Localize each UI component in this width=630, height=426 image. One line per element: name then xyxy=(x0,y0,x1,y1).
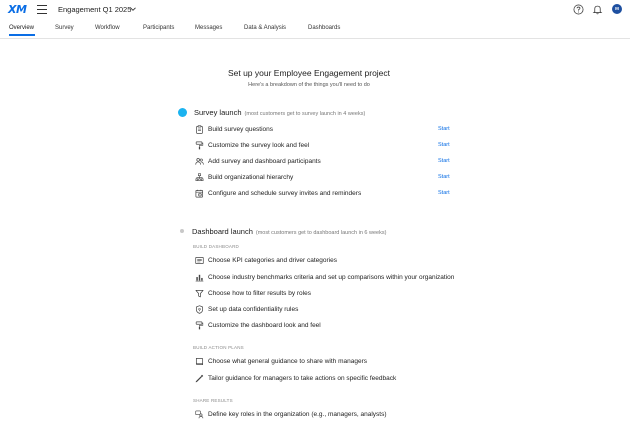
task-label: Choose how to filter results by roles xyxy=(208,290,311,297)
page-title: Set up your Employee Engagement project xyxy=(227,68,391,78)
survey-launch-note: (most customers get to survey launch in … xyxy=(244,111,366,117)
xm-logo[interactable]: XM xyxy=(8,3,27,16)
task-label: Choose KPI categories and driver categor… xyxy=(208,257,337,264)
bar-chart-icon xyxy=(195,274,204,282)
page-subtitle: Here's a breakdown of the things you'll … xyxy=(248,82,370,88)
tab-dashboards[interactable]: Dashboards xyxy=(308,25,340,36)
dashboard-launch-title: Dashboard launch (most customers get to d… xyxy=(192,227,386,236)
step-indicator-active xyxy=(178,108,187,117)
survey-launch-title: Survey launch (most customers get to surv… xyxy=(194,108,365,117)
tab-bar: Overview Survey Workflow Participants Me… xyxy=(0,22,630,39)
clipboard-icon xyxy=(196,125,203,134)
task-label: Customize the survey look and feel xyxy=(208,142,310,149)
top-bar: XM Engagement Q1 2025 M xyxy=(0,0,630,20)
task-label: Add survey and dashboard participants xyxy=(208,158,321,165)
task-label: Build organizational hierarchy xyxy=(208,174,294,181)
task-label: Tailor guidance for managers to take act… xyxy=(208,375,397,382)
task-label: Define key roles in the organization (e.… xyxy=(208,411,387,418)
avatar[interactable]: M xyxy=(612,4,622,14)
tab-overview[interactable]: Overview xyxy=(9,25,36,36)
task-label: Customize the dashboard look and feel xyxy=(208,322,321,329)
tab-messages[interactable]: Messages xyxy=(195,25,222,36)
start-link-build-hierarchy[interactable]: Start xyxy=(438,174,450,180)
roles-icon xyxy=(195,410,204,419)
people-icon xyxy=(195,158,204,165)
filter-icon xyxy=(195,289,204,298)
dashboard-launch-title-text: Dashboard launch xyxy=(192,227,253,236)
step-indicator-inactive xyxy=(180,229,184,233)
paint-roller-icon xyxy=(195,321,204,330)
chevron-down-icon[interactable] xyxy=(129,5,137,13)
bell-icon[interactable] xyxy=(592,4,603,15)
start-link-customize-survey[interactable]: Start xyxy=(438,142,450,148)
tab-workflow[interactable]: Workflow xyxy=(95,25,120,36)
start-link-build-survey-questions[interactable]: Start xyxy=(438,126,450,132)
task-label: Build survey questions xyxy=(208,126,274,133)
list-card-icon xyxy=(195,256,204,265)
paint-roller-icon xyxy=(195,141,204,150)
start-link-add-participants[interactable]: Start xyxy=(438,158,450,164)
tab-data-analysis[interactable]: Data & Analysis xyxy=(244,25,286,36)
tab-participants[interactable]: Participants xyxy=(143,25,174,36)
start-link-configure-invites[interactable]: Start xyxy=(438,190,450,196)
survey-launch-title-text: Survey launch xyxy=(194,108,242,117)
dashboard-launch-note: (most customers get to dashboard launch … xyxy=(255,230,387,236)
task-label: Choose what general guidance to share wi… xyxy=(208,358,367,365)
task-label: Choose industry benchmarks criteria and … xyxy=(208,274,455,281)
group-label-build-dashboard: BUILD DASHBOARD xyxy=(193,244,240,249)
help-icon[interactable] xyxy=(573,4,584,15)
hierarchy-icon xyxy=(195,173,204,181)
book-icon xyxy=(195,357,204,366)
shield-icon xyxy=(195,305,204,314)
calendar-gear-icon xyxy=(195,189,204,198)
hamburger-menu-icon[interactable] xyxy=(37,5,47,14)
group-label-share-results: SHARE RESULTS xyxy=(193,398,233,403)
project-title[interactable]: Engagement Q1 2025 xyxy=(58,5,131,14)
group-label-build-action-plans: BUILD ACTION PLANS xyxy=(193,345,244,350)
task-label: Set up data confidentiality rules xyxy=(208,306,299,313)
task-label: Configure and schedule survey invites an… xyxy=(208,190,362,197)
wrench-icon xyxy=(195,374,204,383)
tab-survey[interactable]: Survey xyxy=(55,25,74,36)
